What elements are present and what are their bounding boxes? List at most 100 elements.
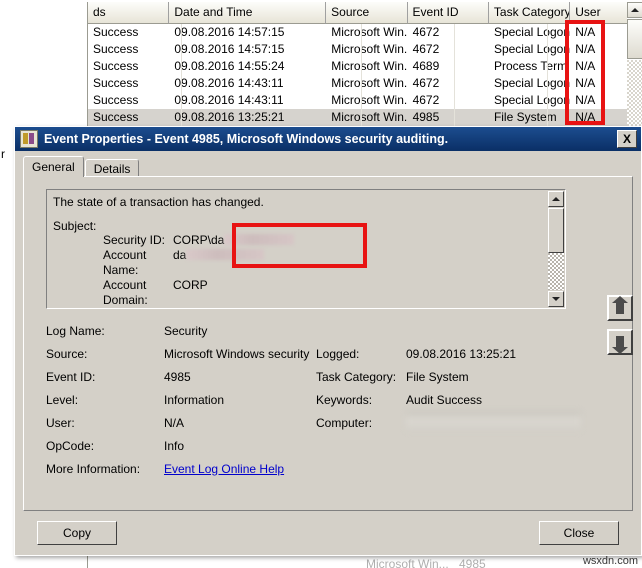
cell-event-id: 4672 (408, 41, 489, 58)
close-icon[interactable]: X (617, 130, 637, 148)
next-event-button[interactable] (607, 329, 633, 355)
detail-value: Microsoft Windows security (164, 347, 316, 361)
cell-task-category: Special Logon (489, 75, 570, 92)
dialog-titlebar[interactable]: Event Properties - Event 4985, Microsoft… (15, 127, 641, 151)
detail-value: Info (164, 439, 316, 453)
scrollbar-track[interactable] (548, 253, 564, 290)
close-button[interactable]: Close (539, 521, 619, 545)
event-list-scrollbar[interactable] (627, 2, 642, 130)
cell-event-id-partial: 4985 (454, 556, 547, 568)
cell-source: Microsoft Win... (326, 109, 407, 126)
detail-row-opcode: OpCode: Info (46, 434, 620, 457)
tab-general[interactable]: General (23, 156, 84, 177)
detail-row-event-id-task-category: Event ID: 4985 Task Category: File Syste… (46, 365, 620, 388)
detail-value-link: Event Log Online Help (164, 462, 316, 476)
dialog-tabstrip: General Details (23, 157, 139, 177)
event-properties-icon (20, 130, 38, 148)
detail-label: Computer: (316, 416, 406, 430)
detail-value: File System (406, 370, 620, 384)
annotation-highlight-user-column (565, 20, 605, 125)
detail-label: Source: (46, 347, 164, 361)
table-row[interactable]: Success 09.08.2016 14:43:11 Microsoft Wi… (88, 75, 642, 92)
event-viewer-list-bottom-sliver: Microsoft Win... 4985 (0, 556, 642, 568)
cell-date-and-time: 09.08.2016 13:25:21 (169, 109, 326, 126)
cell-keywords: Success (88, 75, 169, 92)
detail-value: N/A (164, 416, 316, 430)
tab-panel-general: The state of a transaction has changed. … (23, 176, 633, 511)
field-label: Security ID: (53, 233, 173, 248)
cell-source-partial: Microsoft Win... (361, 556, 454, 568)
table-row-selected[interactable]: Success 09.08.2016 13:25:21 Microsoft Wi… (88, 109, 642, 126)
cell-source: Microsoft Win... (326, 92, 407, 109)
event-log-online-help-link[interactable]: Event Log Online Help (164, 462, 284, 476)
detail-label: OpCode: (46, 439, 164, 453)
cell-task-category: Special Logon (489, 41, 570, 58)
background-stray-text: r (1, 147, 5, 161)
detail-label: Logged: (316, 347, 406, 361)
detail-label: Level: (46, 393, 164, 407)
cell-source: Microsoft Win... (326, 41, 407, 58)
cell-date-and-time: 09.08.2016 14:57:15 (169, 41, 326, 58)
cell-keywords: Success (88, 24, 169, 41)
detail-row-log-name: Log Name: Security (46, 319, 620, 342)
cell-date-and-time: 09.08.2016 14:55:24 (169, 58, 326, 75)
cell-event-id: 4672 (408, 75, 489, 92)
detail-value: Security (164, 324, 316, 338)
table-row-partial: Microsoft Win... 4985 (88, 556, 642, 568)
event-list-frame: ds Date and Time Source Event ID Task Ca… (87, 2, 642, 130)
column-header-event-id[interactable]: Event ID (408, 2, 489, 24)
description-scrollbar[interactable] (548, 191, 564, 307)
table-row[interactable]: Success 09.08.2016 14:55:24 Microsoft Wi… (88, 58, 642, 75)
scrollbar-track[interactable] (627, 60, 642, 130)
detail-label: Log Name: (46, 324, 164, 338)
field-logon-id: Logon ID: 0x24ac5f8b (53, 308, 545, 309)
table-row[interactable]: Success 09.08.2016 14:43:11 Microsoft Wi… (88, 92, 642, 109)
event-properties-dialog: Event Properties - Event 4985, Microsoft… (14, 126, 642, 556)
table-row[interactable]: Success 09.08.2016 14:57:15 Microsoft Wi… (88, 24, 642, 41)
detail-label: User: (46, 416, 164, 430)
field-label: Logon ID: (53, 308, 173, 309)
screenshot-root: ds Date and Time Source Event ID Task Ca… (0, 0, 642, 568)
scroll-down-icon[interactable] (548, 291, 564, 307)
field-value: 0x24ac5f8b (173, 308, 235, 309)
event-list-body: Success 09.08.2016 14:57:15 Microsoft Wi… (88, 24, 642, 126)
field-label: Account Name: (53, 248, 173, 278)
detail-label: Keywords: (316, 393, 406, 407)
scrollbar-thumb[interactable] (627, 19, 642, 59)
detail-value: Information (164, 393, 316, 407)
column-header-task-category[interactable]: Task Category (489, 2, 570, 24)
cell-source: Microsoft Win... (326, 75, 407, 92)
cell-keywords: Success (88, 41, 169, 58)
cell-event-id: 4672 (408, 92, 489, 109)
event-viewer-list: ds Date and Time Source Event ID Task Ca… (0, 0, 642, 130)
table-row[interactable]: Success 09.08.2016 14:57:15 Microsoft Wi… (88, 41, 642, 58)
bottom-frame: Microsoft Win... 4985 (87, 556, 642, 568)
scroll-up-icon[interactable] (548, 191, 564, 207)
column-divider (361, 24, 362, 130)
column-divider (454, 24, 455, 130)
redaction-blur (406, 411, 581, 431)
detail-row-level-keywords: Level: Information Keywords: Audit Succe… (46, 388, 620, 411)
field-account-domain: Account Domain: CORP (53, 278, 545, 308)
cell-event-id: 4985 (408, 109, 489, 126)
column-header-keywords[interactable]: ds (88, 2, 169, 24)
dialog-title: Event Properties - Event 4985, Microsoft… (44, 132, 448, 146)
cell-keywords: Success (88, 58, 169, 75)
detail-value: Audit Success (406, 393, 620, 407)
cell-task-category: Process Termi... (489, 58, 570, 75)
copy-button[interactable]: Copy (37, 521, 117, 545)
scrollbar-thumb[interactable] (548, 208, 564, 253)
detail-row-source-logged: Source: Microsoft Windows security Logge… (46, 342, 620, 365)
column-header-date-and-time[interactable]: Date and Time (169, 2, 326, 24)
cell-keywords: Success (88, 109, 169, 126)
cell-task-category: File System (489, 109, 570, 126)
field-label: Account Domain: (53, 278, 173, 308)
cell-event-id: 4689 (408, 58, 489, 75)
detail-label: Event ID: (46, 370, 164, 384)
cell-source: Microsoft Win... (326, 24, 407, 41)
column-header-source[interactable]: Source (326, 2, 407, 24)
cell-task-category: Special Logon (489, 24, 570, 41)
annotation-highlight-subject-account (232, 223, 367, 268)
scroll-up-icon[interactable] (627, 2, 642, 18)
previous-event-button[interactable] (607, 295, 633, 321)
